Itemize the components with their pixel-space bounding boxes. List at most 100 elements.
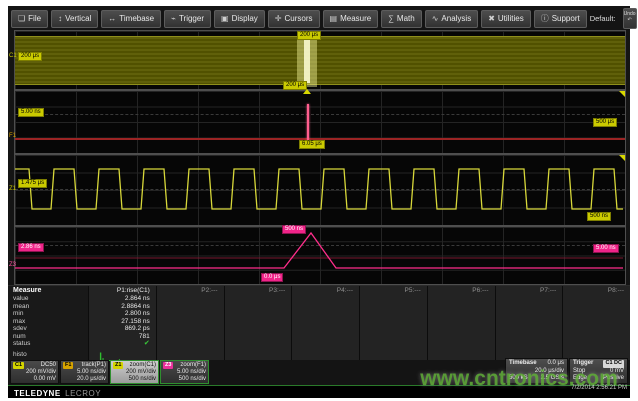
square-waveform bbox=[15, 155, 623, 223]
measure-col-p7[interactable]: P7:--- bbox=[495, 286, 563, 360]
menu-display-label: Display bbox=[232, 14, 258, 23]
p1-min: 2.800 ns bbox=[89, 310, 156, 318]
descriptor-c1[interactable]: C1DC50 200 mV/div 0.00 mV bbox=[10, 360, 59, 384]
descriptor-z1[interactable]: Z1zoom(C1) 200 mV/div 500 ns/div bbox=[110, 360, 159, 384]
grid-c1-overview: 200 μs 200 μs 200 μs bbox=[14, 30, 626, 90]
c1-trace-label[interactable]: C1 bbox=[9, 53, 17, 59]
g4-top-tag: 500 ns bbox=[282, 225, 306, 234]
watermark: www.cntronics.com bbox=[404, 367, 634, 391]
menu-measure[interactable]: ▤Measure bbox=[323, 10, 379, 28]
measure-col-p3[interactable]: P3:--- bbox=[224, 286, 292, 360]
measure-col-p8[interactable]: P8:--- bbox=[562, 286, 630, 360]
menu-file-label: File bbox=[28, 14, 41, 23]
g2-left-tag: 5.00 ns bbox=[18, 108, 44, 117]
grid-z3-zoom: 2.86 ns 500 ns 0.0 μs 5.00 ns bbox=[14, 226, 626, 285]
c1-vdiv: 200 mV/div bbox=[13, 369, 56, 376]
p1-mean: 2.8864 ns bbox=[89, 303, 156, 311]
menu-utilities-label: Utilities bbox=[498, 14, 524, 23]
descriptor-z3[interactable]: Z3zoom(F1) 5.00 ns/div 500 ns/div bbox=[160, 360, 209, 384]
brand-teledyne: TELEDYNE bbox=[14, 389, 61, 398]
measure-title: Measure bbox=[13, 286, 88, 295]
menu-math[interactable]: ∑Math bbox=[381, 10, 422, 28]
g3-corner-marker bbox=[619, 155, 625, 161]
descriptor-f1[interactable]: F1track(P1) 5.00 ns/div 20.0 μs/div bbox=[60, 360, 109, 384]
zoom-position-marker[interactable] bbox=[303, 89, 311, 94]
brand-lecroy: LECROY bbox=[65, 389, 101, 398]
measure-col-p4[interactable]: P4:--- bbox=[291, 286, 359, 360]
measure-col-p1[interactable]: P1:rise(C1) 2.864 ns 2.8864 ns 2.800 ns … bbox=[88, 286, 156, 360]
p1-max: 27.158 ns bbox=[89, 318, 156, 326]
f1-function: track(P1) bbox=[82, 362, 106, 369]
p7-header: P7:--- bbox=[496, 286, 563, 295]
trace-descriptor-row: C1DC50 200 mV/div 0.00 mV F1 track(P1) 5.… bbox=[10, 360, 209, 384]
menu-file[interactable]: ❏File bbox=[11, 10, 48, 28]
default-setup-label: Default: bbox=[590, 14, 616, 23]
z1-vdiv: 200 mV/div bbox=[113, 369, 156, 376]
oscilloscope-screen: ❏File ↕Vertical ↔Timebase ⌁Trigger ▣Disp… bbox=[8, 6, 630, 397]
menu-measure-label: Measure bbox=[340, 14, 371, 23]
measure-icon: ▤ bbox=[330, 14, 338, 23]
p1-num: 781 bbox=[89, 333, 156, 341]
g2-corner-marker bbox=[619, 91, 625, 97]
p3-header: P3:--- bbox=[225, 286, 292, 295]
grid-z1-zoom: 1.475 μs 500 ns bbox=[14, 154, 626, 226]
menu-support[interactable]: ⓘSupport bbox=[534, 10, 587, 28]
p1-histogram bbox=[89, 348, 156, 361]
g4-bottom-tag: 0.0 μs bbox=[261, 273, 283, 282]
measure-col-p6[interactable]: P6:--- bbox=[427, 286, 495, 360]
trigger-icon: ⌁ bbox=[171, 14, 176, 23]
menu-cursors[interactable]: ✛Cursors bbox=[268, 10, 320, 28]
p4-header: P4:--- bbox=[292, 286, 359, 295]
menu-vertical-label: Vertical bbox=[65, 14, 91, 23]
menu-vertical[interactable]: ↕Vertical bbox=[51, 10, 98, 28]
menu-trigger[interactable]: ⌁Trigger bbox=[164, 10, 211, 28]
p1-value: 2.864 ns bbox=[89, 295, 156, 303]
measure-row-labels: Measure value mean min max sdev num stat… bbox=[8, 286, 88, 360]
c1-chip: C1 bbox=[13, 362, 24, 369]
menu-display[interactable]: ▣Display bbox=[214, 10, 265, 28]
measure-col-p2[interactable]: P2:--- bbox=[156, 286, 224, 360]
c1-waveform-band bbox=[15, 36, 625, 85]
f1-trace-label[interactable]: F1 bbox=[9, 133, 16, 139]
menu-analysis[interactable]: ∿Analysis bbox=[425, 10, 479, 28]
row-label-max: max bbox=[13, 318, 88, 326]
g2-spike-tag: 6.05 μs bbox=[299, 140, 325, 149]
z1-function: zoom(C1) bbox=[130, 362, 156, 369]
menu-timebase-label: Timebase bbox=[119, 14, 154, 23]
z1-trace-label[interactable]: Z1 bbox=[9, 186, 16, 192]
menu-math-label: Math bbox=[397, 14, 415, 23]
z3-trace-label[interactable]: Z3 bbox=[9, 262, 16, 268]
g4-left-tag: 2.86 ns bbox=[18, 243, 44, 252]
measure-col-p5[interactable]: P5:--- bbox=[359, 286, 427, 360]
g3-bottom-right-tag: 500 ns bbox=[587, 212, 611, 221]
menu-utilities[interactable]: ✖Utilities bbox=[481, 10, 530, 28]
menu-analysis-label: Analysis bbox=[441, 14, 471, 23]
menu-timebase[interactable]: ↔Timebase bbox=[101, 10, 161, 28]
p1-status-check-icon: ✔ bbox=[89, 340, 156, 348]
file-icon: ❏ bbox=[18, 14, 25, 23]
row-label-histo: histo bbox=[13, 351, 88, 359]
p5-header: P5:--- bbox=[360, 286, 427, 295]
z3-hdiv: 500 ns/div bbox=[163, 376, 206, 383]
row-label-mean: mean bbox=[13, 303, 88, 311]
f1-hdiv: 20.0 μs/div bbox=[63, 376, 106, 383]
timebase-icon: ↔ bbox=[108, 14, 116, 23]
menu-trigger-label: Trigger bbox=[179, 14, 204, 23]
f1-track-spike bbox=[307, 104, 309, 140]
menu-support-label: Support bbox=[552, 14, 580, 23]
menu-cursors-label: Cursors bbox=[285, 14, 313, 23]
f1-chip: F1 bbox=[63, 362, 73, 369]
g4-right-tag: 5.00 ns bbox=[593, 244, 619, 253]
undo-button[interactable]: Undo↶ bbox=[623, 8, 637, 29]
p1-sdev: 869.2 ps bbox=[89, 325, 156, 333]
cursors-icon: ✛ bbox=[275, 14, 282, 23]
z1-chip: Z1 bbox=[113, 362, 123, 369]
row-label-min: min bbox=[13, 310, 88, 318]
z3-vdiv: 5.00 ns/div bbox=[163, 369, 206, 376]
p1-header: P1:rise(C1) bbox=[89, 286, 156, 295]
p2-header: P2:--- bbox=[157, 286, 224, 295]
z3-chip: Z3 bbox=[163, 362, 173, 369]
g2-dash-line bbox=[15, 114, 625, 115]
grid-f1-track: 5.00 ns 6.05 μs 500 μs bbox=[14, 90, 626, 154]
vertical-icon: ↕ bbox=[58, 14, 62, 23]
